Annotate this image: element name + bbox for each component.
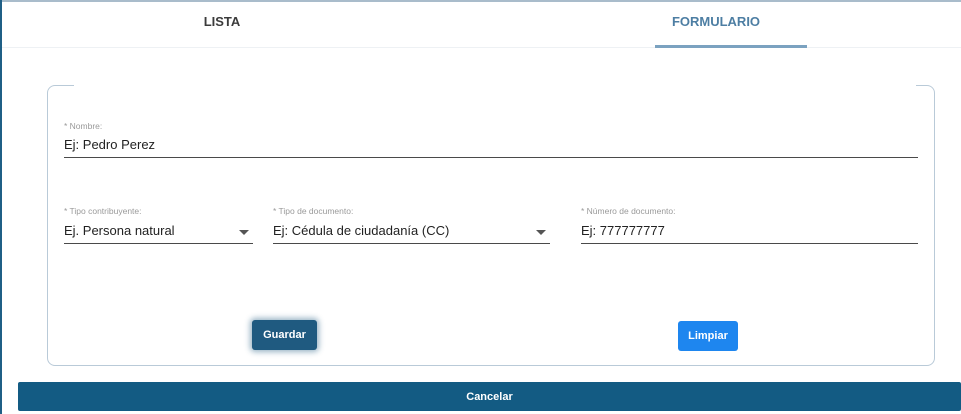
tab-lista[interactable]: LISTA [122,2,322,47]
tipo-contribuyente-underline [64,243,253,244]
limpiar-button[interactable]: Limpiar [678,321,738,351]
numero-documento-input[interactable]: Ej: 777777777 [581,223,665,238]
tab-formulario[interactable]: FORMULARIO [616,2,816,47]
tipo-documento-label: * Tipo de documento: [273,206,354,216]
numero-documento-label: * Número de documento: [581,206,676,216]
chevron-down-icon[interactable] [239,230,249,235]
tipo-documento-underline [273,243,550,244]
tab-bar: LISTA FORMULARIO [2,2,961,48]
active-tab-indicator [655,45,807,48]
tipo-documento-select[interactable]: Ej: Cédula de ciudadanía (CC) [273,223,449,238]
form-card [47,84,935,366]
nombre-label: * Nombre: [64,121,103,131]
window-left-border [0,0,2,414]
numero-documento-underline [581,243,918,244]
tipo-contribuyente-label: * Tipo contribuyente: [64,206,142,216]
guardar-button[interactable]: Guardar [252,320,317,350]
chevron-down-icon[interactable] [536,230,546,235]
card-border-gap [74,84,916,88]
cancelar-button[interactable]: Cancelar [18,382,961,411]
nombre-underline [64,157,918,158]
tipo-contribuyente-select[interactable]: Ej. Persona natural [64,223,175,238]
nombre-input[interactable]: Ej: Pedro Perez [64,137,155,152]
